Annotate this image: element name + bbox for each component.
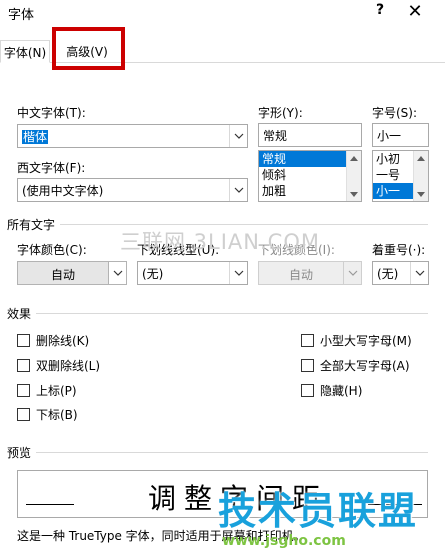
checkbox-box[interactable]: [301, 383, 314, 397]
chinese-font-value: 楷体: [22, 130, 49, 144]
preview-title: 预览: [7, 446, 32, 460]
checkbox-box[interactable]: [301, 333, 314, 347]
chinese-font-label: 中文字体(T):: [17, 106, 86, 120]
checkbox-box[interactable]: [17, 383, 30, 397]
section-divider: [36, 452, 428, 453]
emphasis-value: (无): [377, 267, 399, 281]
underline-style-select[interactable]: (无): [137, 261, 248, 285]
western-font-combo[interactable]: (使用中文字体): [17, 178, 248, 202]
scroll-down-icon[interactable]: [414, 187, 428, 201]
style-list[interactable]: 常规 倾斜 加粗: [258, 150, 362, 202]
checkbox-label: 双删除线(L): [36, 358, 101, 373]
size-list[interactable]: 小初 一号 小一: [372, 150, 429, 202]
style-scrollbar[interactable]: [346, 151, 361, 201]
chevron-down-icon[interactable]: [410, 262, 428, 284]
underline-color-value: 自动: [288, 268, 313, 282]
font-color-label: 字体颜色(C):: [17, 243, 87, 257]
tab-highlight-box: [52, 27, 125, 70]
emphasis-select[interactable]: (无): [372, 261, 429, 285]
checkbox-label: 删除线(K): [36, 333, 90, 348]
checkbox-label: 下标(B): [36, 407, 78, 422]
all-caps-checkbox[interactable]: 全部大写字母(A): [301, 357, 410, 373]
style-input[interactable]: 常规: [258, 123, 362, 147]
checkbox-box[interactable]: [17, 358, 30, 372]
title-bar: 字体 ? ✕: [0, 0, 445, 28]
preview-line-left: [26, 504, 74, 505]
dialog-title: 字体: [8, 8, 35, 23]
western-font-label: 西文字体(F):: [17, 161, 86, 175]
effects-title: 效果: [7, 307, 32, 321]
help-button[interactable]: ?: [373, 2, 387, 22]
watermark-text: 三联网 3LIAN.COM: [120, 230, 320, 254]
hidden-checkbox[interactable]: 隐藏(H): [301, 382, 362, 398]
size-label: 字号(S):: [372, 106, 418, 120]
checkbox-box[interactable]: [17, 333, 30, 347]
size-scrollbar[interactable]: [413, 151, 428, 201]
double-strikethrough-checkbox[interactable]: 双删除线(L): [17, 357, 100, 373]
western-font-value: (使用中文字体): [22, 184, 104, 198]
scroll-down-icon[interactable]: [347, 187, 361, 201]
watermark-logo: 技术员联盟: [218, 489, 419, 533]
style-label: 字形(Y):: [258, 106, 303, 120]
checkbox-label: 上标(P): [36, 383, 77, 398]
watermark-url: www.jsgho.com: [222, 533, 346, 549]
strikethrough-checkbox[interactable]: 删除线(K): [17, 332, 89, 348]
size-input[interactable]: 小一: [372, 123, 429, 147]
small-caps-checkbox[interactable]: 小型大写字母(M): [301, 332, 412, 348]
superscript-checkbox[interactable]: 上标(P): [17, 382, 77, 398]
checkbox-box[interactable]: [301, 358, 314, 372]
subscript-checkbox[interactable]: 下标(B): [17, 406, 78, 422]
checkbox-label: 小型大写字母(M): [320, 333, 412, 348]
underline-style-value: (无): [142, 267, 164, 281]
chevron-down-icon[interactable]: [229, 125, 247, 147]
tab-font[interactable]: 字体(N): [0, 40, 50, 63]
chevron-down-icon[interactable]: [229, 179, 247, 201]
section-divider: [36, 313, 428, 314]
emphasis-label: 着重号(·):: [372, 243, 426, 257]
chevron-down-icon: [343, 262, 361, 284]
font-color-value: 自动: [50, 268, 75, 282]
all-text-title: 所有文字: [7, 218, 56, 232]
chevron-down-icon[interactable]: [229, 262, 247, 284]
close-button[interactable]: ✕: [407, 1, 423, 23]
checkbox-label: 隐藏(H): [320, 383, 363, 398]
underline-color-select: 自动: [258, 261, 362, 285]
checkbox-box[interactable]: [17, 407, 30, 421]
section-divider: [60, 224, 428, 225]
scroll-up-icon[interactable]: [414, 151, 428, 165]
scroll-up-icon[interactable]: [347, 151, 361, 165]
chevron-down-icon[interactable]: [108, 262, 126, 284]
chinese-font-combo[interactable]: 楷体: [17, 124, 248, 148]
font-color-select[interactable]: 自动: [17, 261, 127, 285]
checkbox-label: 全部大写字母(A): [320, 358, 410, 373]
